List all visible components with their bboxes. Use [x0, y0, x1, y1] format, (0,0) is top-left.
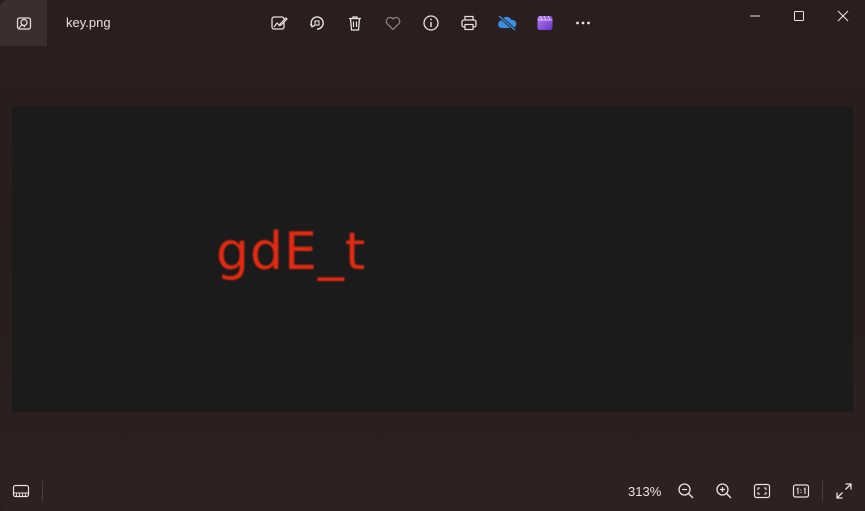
divider	[42, 481, 43, 501]
favorite-button[interactable]	[376, 6, 410, 40]
fit-to-window-button[interactable]	[747, 476, 777, 506]
file-name: key.png	[66, 15, 111, 30]
file-info-button[interactable]	[414, 6, 448, 40]
toolbar	[262, 6, 604, 40]
edit-image-button[interactable]	[262, 6, 296, 40]
minimize-icon	[749, 10, 761, 22]
actual-size-icon	[792, 482, 810, 500]
fullscreen-button[interactable]	[829, 476, 859, 506]
print-button[interactable]	[452, 6, 486, 40]
onedrive-button[interactable]	[490, 6, 524, 40]
title-bar: key.png	[0, 0, 865, 46]
zoom-in-icon	[715, 482, 733, 500]
rotate-icon	[308, 14, 326, 32]
see-more-button[interactable]	[566, 6, 600, 40]
close-button[interactable]	[821, 0, 865, 32]
delete-button[interactable]	[338, 6, 372, 40]
fullscreen-icon	[835, 482, 853, 500]
maximize-button[interactable]	[777, 0, 821, 32]
close-icon	[837, 10, 849, 22]
printer-icon	[460, 14, 478, 32]
divider	[822, 481, 823, 501]
edit-image-icon	[270, 14, 288, 32]
image-canvas[interactable]: gdE_t	[12, 106, 853, 412]
actual-size-button[interactable]	[786, 476, 816, 506]
trash-icon	[346, 14, 364, 32]
zoom-level[interactable]: 313%	[628, 484, 661, 499]
zoom-out-button[interactable]	[671, 476, 701, 506]
maximize-icon	[793, 10, 805, 22]
heart-icon	[384, 14, 402, 32]
photos-window: key.png gdE_t 313%	[0, 0, 865, 511]
zoom-out-icon	[677, 482, 695, 500]
window-controls	[733, 0, 865, 32]
minimize-button[interactable]	[733, 0, 777, 32]
filmstrip-icon	[12, 483, 30, 499]
more-icon	[574, 14, 592, 32]
rotate-button[interactable]	[300, 6, 334, 40]
bottom-bar: 313%	[0, 471, 865, 511]
cloud-off-icon	[496, 14, 518, 32]
fit-to-window-icon	[753, 482, 771, 500]
zoom-in-button[interactable]	[709, 476, 739, 506]
gallery-button[interactable]	[0, 0, 47, 46]
photos-app-icon	[16, 15, 32, 31]
info-icon	[422, 14, 440, 32]
image-content-text: gdE_t	[216, 222, 367, 282]
clipchamp-icon	[536, 14, 554, 32]
filmstrip-button[interactable]	[8, 477, 34, 505]
clipchamp-button[interactable]	[528, 6, 562, 40]
